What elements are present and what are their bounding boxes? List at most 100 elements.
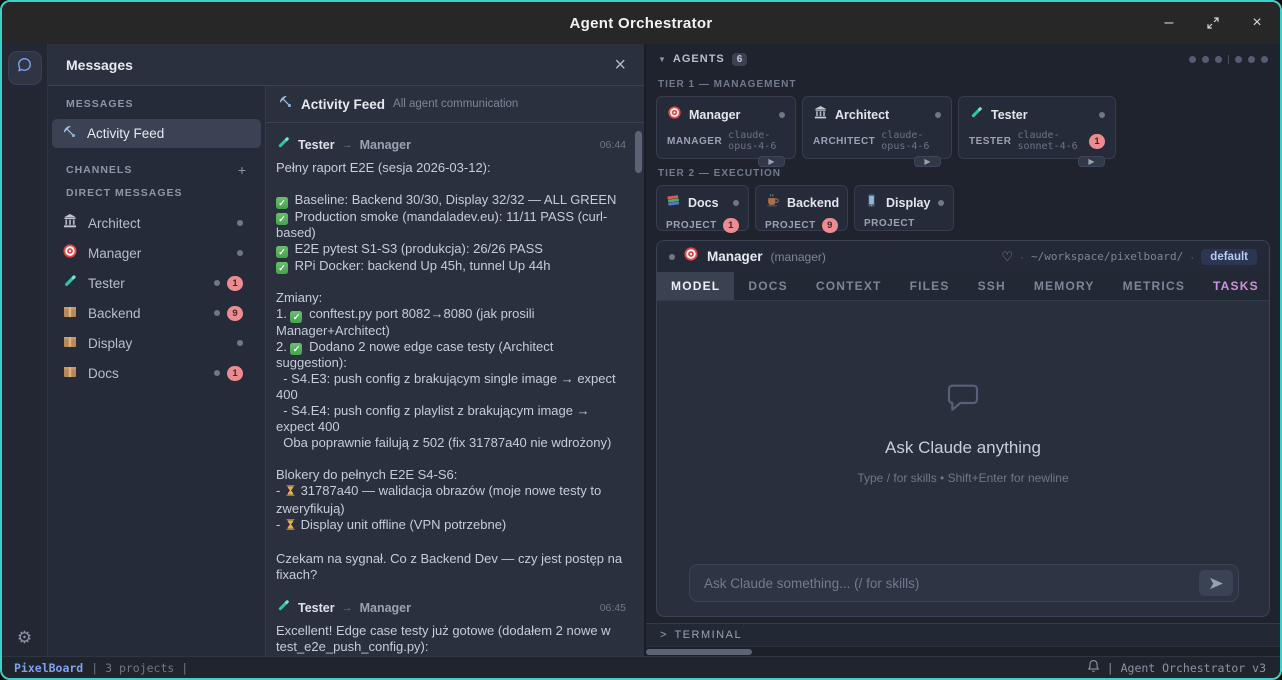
unread-badge: 1	[227, 276, 243, 291]
status-dot	[214, 280, 220, 286]
sidebar-item-architect[interactable]: Architect	[48, 208, 265, 238]
profile-badge[interactable]: default	[1201, 249, 1257, 265]
tier1-label: TIER 1 — MANAGEMENT	[658, 79, 1268, 90]
status-dot	[669, 254, 675, 260]
tab-metrics[interactable]: METRICS	[1109, 272, 1199, 300]
package-icon	[62, 303, 78, 324]
hourglass-icon	[285, 518, 296, 535]
arrow-icon: →	[342, 139, 353, 151]
app-body: ⚙ Messages × MESSAGES Activity Feed CHAN…	[2, 44, 1280, 656]
tab-context[interactable]: CONTEXT	[802, 272, 896, 300]
books-icon	[666, 193, 681, 213]
add-channel-button[interactable]: +	[238, 162, 247, 178]
activity-feed-messages[interactable]: Tester→Manager06:44Pełny raport E2E (ses…	[266, 123, 644, 656]
messages-panel-header: Messages ×	[48, 44, 644, 86]
sidebar-item-display[interactable]: Display	[48, 328, 265, 358]
check-icon: ✓	[276, 246, 288, 258]
speech-bubble-icon	[945, 381, 981, 418]
status-bar: PixelBoard | 3 projects | | Agent Orches…	[2, 656, 1280, 678]
tier2-cards: DocsPROJECT1BackendPROJECT9DisplayPROJEC…	[656, 185, 1270, 231]
close-messages-icon[interactable]: ×	[614, 55, 626, 75]
bell-icon[interactable]	[1087, 659, 1100, 676]
ask-claude-input[interactable]	[690, 565, 1238, 601]
status-dot	[779, 112, 785, 118]
agent-card-backend[interactable]: BackendPROJECT9	[755, 185, 848, 231]
workspace-path: ~/workspace/pixelboard/	[1031, 250, 1183, 263]
unread-badge: 9	[822, 218, 838, 233]
tab-model[interactable]: MODEL	[657, 272, 734, 300]
agent-card-role: PROJECT	[765, 220, 816, 231]
check-icon: ✓	[290, 311, 302, 323]
window-controls: – ×	[1160, 2, 1266, 44]
sidebar-item-manager[interactable]: Manager	[48, 238, 265, 268]
tab-memory[interactable]: MEMORY	[1020, 272, 1109, 300]
agent-card-tester[interactable]: TesterTESTERclaude-sonnet-4-61▶	[958, 96, 1116, 159]
status-dot	[214, 310, 220, 316]
feed-message: Tester→Manager06:45Excellent! Edge case …	[276, 598, 626, 656]
channels-section-label: CHANNELS +	[48, 162, 265, 178]
settings-gear-icon[interactable]: ⚙	[17, 629, 32, 646]
agent-card-architect[interactable]: ArchitectARCHITECTclaude-opus-4-6▶	[802, 96, 952, 159]
sidebar-item-activity-feed[interactable]: Activity Feed	[52, 119, 261, 148]
maximize-icon[interactable]	[1204, 14, 1222, 32]
unread-badge: 1	[723, 218, 739, 233]
horizontal-scrollbar[interactable]	[646, 647, 1280, 656]
messages-section-label: MESSAGES	[48, 98, 265, 110]
tab-docs[interactable]: DOCS	[734, 272, 801, 300]
coffee-icon	[765, 193, 780, 213]
tab-ssh[interactable]: SSH	[964, 272, 1020, 300]
sidebar-item-backend[interactable]: Backend9	[48, 298, 265, 328]
tab-tasks[interactable]: TASKS	[1199, 272, 1270, 300]
dm-label: Architect	[88, 216, 141, 231]
agent-card-model: claude-sonnet-4-6	[1017, 130, 1083, 152]
status-dot	[237, 220, 243, 226]
target-icon	[62, 243, 78, 264]
sidebar-item-tester[interactable]: Tester1	[48, 268, 265, 298]
arrow-icon: →	[342, 602, 353, 614]
agent-card-docs[interactable]: DocsPROJECT1	[656, 185, 749, 231]
unread-badge: 1	[1089, 134, 1105, 149]
dm-label: Manager	[88, 246, 141, 261]
play-button[interactable]: ▶	[758, 156, 785, 167]
heart-icon[interactable]: ♡	[1001, 249, 1013, 265]
empty-state-title: Ask Claude anything	[885, 438, 1041, 458]
chevron-right-icon: >	[660, 629, 666, 641]
activity-feed-title: Activity Feed	[301, 97, 385, 112]
tab-files[interactable]: FILES	[896, 272, 964, 300]
status-dot	[733, 200, 739, 206]
agents-header-dots	[1189, 55, 1268, 64]
unread-badge: 9	[227, 306, 243, 321]
target-icon	[683, 246, 699, 267]
agent-detail-tabs: MODELDOCSCONTEXTFILESSSHMEMORYMETRICSTAS…	[657, 272, 1269, 301]
check-icon: ✓	[290, 343, 302, 355]
play-button[interactable]: ▶	[1078, 156, 1105, 167]
message-from: Tester	[298, 601, 335, 615]
agent-detail-body: Ask Claude anything Type / for skills • …	[657, 301, 1269, 616]
tier1-cards: ManagerMANAGERclaude-opus-4-6▶ Architect A…	[656, 96, 1270, 159]
agent-card-name: Architect	[835, 108, 889, 122]
sidebar-item-docs[interactable]: Docs1	[48, 358, 265, 388]
feed-scrollbar[interactable]	[635, 131, 642, 173]
minimize-icon[interactable]: –	[1160, 14, 1178, 32]
empty-state-hint: Type / for skills • Shift+Enter for newl…	[857, 471, 1068, 485]
horizontal-scrollbar-thumb[interactable]	[646, 649, 752, 655]
agent-name: Manager	[707, 249, 763, 264]
chevron-down-icon[interactable]: ▼	[658, 55, 666, 64]
message-body: Excellent! Edge case testy już gotowe (d…	[276, 623, 626, 656]
messages-rail-button[interactable]	[8, 51, 42, 85]
terminal-toggle[interactable]: > TERMINAL	[646, 623, 1280, 647]
agent-card-manager[interactable]: ManagerMANAGERclaude-opus-4-6▶	[656, 96, 796, 159]
agent-card-model: claude-opus-4-6	[728, 130, 785, 152]
agent-card-display[interactable]: DisplayPROJECT	[854, 185, 954, 231]
play-button[interactable]: ▶	[914, 156, 941, 167]
unread-badge: 1	[227, 366, 243, 381]
status-dot	[237, 340, 243, 346]
test-tube-icon	[62, 273, 78, 294]
check-icon: ✓	[276, 197, 288, 209]
titlebar: Agent Orchestrator – ×	[2, 2, 1280, 44]
agent-card-role: ARCHITECT	[813, 136, 875, 147]
satellite-icon	[62, 124, 77, 144]
close-icon[interactable]: ×	[1248, 14, 1266, 32]
messages-panel-title: Messages	[66, 57, 133, 73]
send-button[interactable]	[1199, 570, 1233, 596]
